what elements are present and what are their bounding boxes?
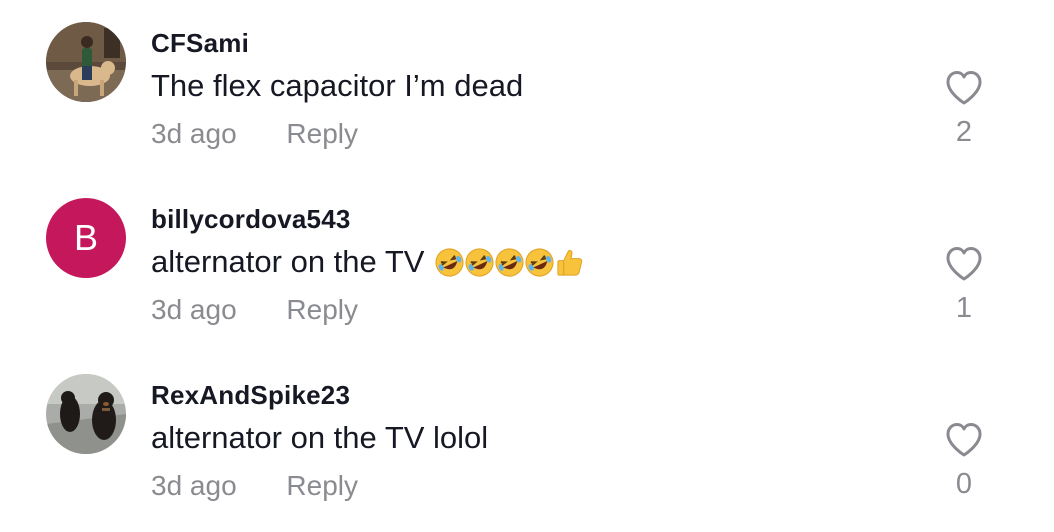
- like-count: 0: [955, 468, 973, 500]
- comment-text: alternator on the TV: [151, 244, 584, 280]
- reply-button[interactable]: Reply: [286, 118, 358, 149]
- heart-icon[interactable]: [945, 246, 983, 282]
- heart-icon[interactable]: [945, 70, 983, 106]
- comment-time: 3d ago: [151, 118, 237, 149]
- comment-text: The flex capacitor I’m dead: [151, 68, 523, 104]
- like-control: 1: [936, 246, 992, 325]
- comment-text-content: alternator on the TV: [151, 244, 425, 279]
- comment-username[interactable]: RexAndSpike23: [151, 380, 350, 411]
- comment-item: CFSami The flex capacitor I’m dead 3d ag…: [0, 0, 1054, 176]
- comment-time: 3d ago: [151, 470, 237, 501]
- rolling-on-floor-laughing-icon: [465, 247, 494, 277]
- person-riding-dog-photo: [46, 22, 126, 102]
- comment-text-content: alternator on the TV lolol: [151, 420, 489, 455]
- like-count: 1: [955, 292, 973, 324]
- rolling-on-floor-laughing-icon: [525, 247, 554, 277]
- rolling-on-floor-laughing-icon: [495, 247, 524, 277]
- comment-username[interactable]: billycordova543: [151, 204, 351, 235]
- like-control: 0: [936, 422, 992, 501]
- thumbs-up-icon: [557, 249, 583, 276]
- comment-meta: 3d ago Reply: [151, 294, 358, 326]
- comment-text-content: The flex capacitor I’m dead: [151, 68, 524, 103]
- like-count: 2: [955, 116, 973, 148]
- avatar[interactable]: B: [46, 198, 126, 278]
- comment-text: alternator on the TV lolol: [151, 420, 488, 456]
- comment-time: 3d ago: [151, 294, 237, 325]
- like-control: 2: [936, 70, 992, 149]
- reply-button[interactable]: Reply: [286, 294, 358, 325]
- avatar[interactable]: [46, 22, 126, 102]
- comment-item: RexAndSpike23 alternator on the TV lolol…: [0, 352, 1054, 528]
- comment-item: B billycordova543 alternator on the TV 3…: [0, 176, 1054, 352]
- avatar[interactable]: [46, 374, 126, 454]
- comment-username[interactable]: CFSami: [151, 28, 249, 59]
- comment-meta: 3d ago Reply: [151, 118, 358, 150]
- reply-button[interactable]: Reply: [286, 470, 358, 501]
- two-dogs-photo: [46, 374, 126, 454]
- heart-icon[interactable]: [945, 422, 983, 458]
- comment-meta: 3d ago Reply: [151, 470, 358, 502]
- emoji-group: [434, 247, 584, 278]
- rolling-on-floor-laughing-icon: [435, 247, 464, 277]
- avatar-letter: B: [73, 217, 98, 258]
